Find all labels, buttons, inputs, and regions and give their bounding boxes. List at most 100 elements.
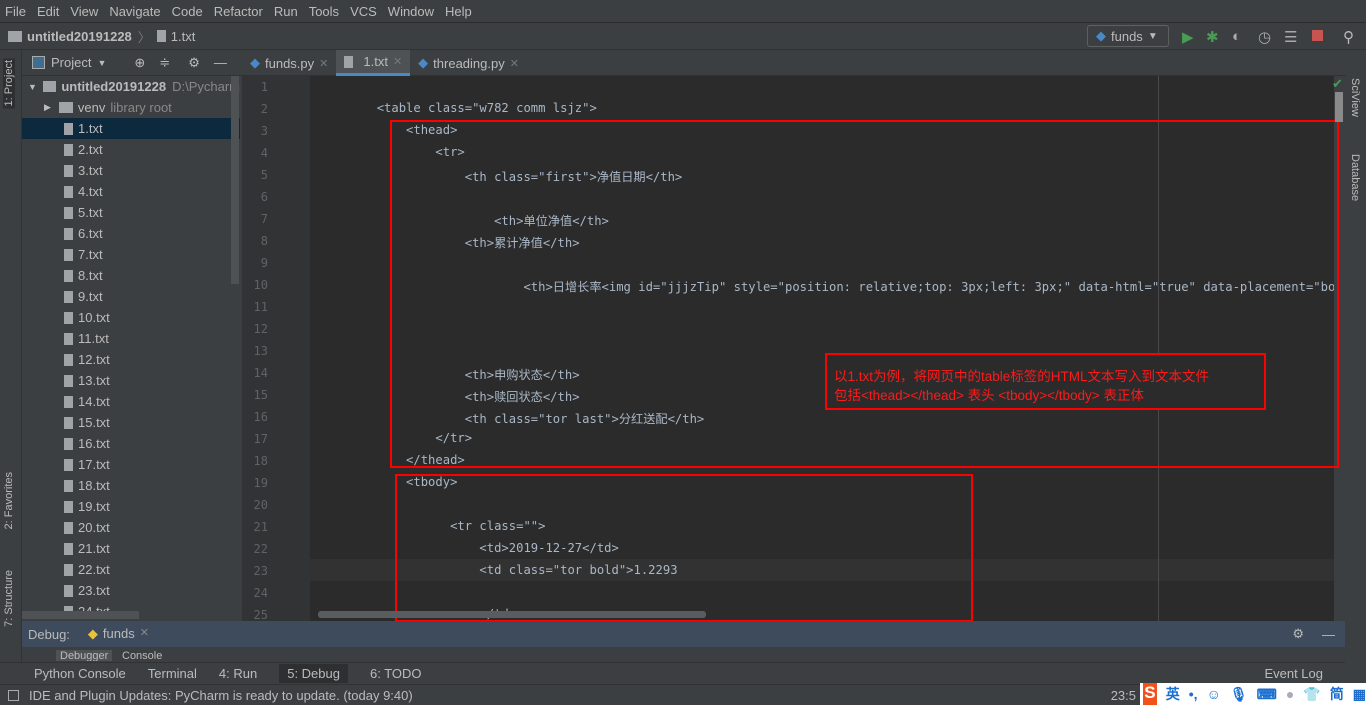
tool-terminal[interactable]: Terminal [148, 666, 197, 681]
tree-file[interactable]: 22.txt [22, 559, 240, 580]
folder-icon [8, 30, 22, 42]
profile-icon[interactable]: ◷ [1258, 28, 1271, 46]
tree-file[interactable]: 3.txt [22, 160, 240, 181]
menu-view[interactable]: View [70, 4, 98, 19]
tree-root[interactable]: ▼ untitled20191228 D:\Pycharm [22, 76, 240, 97]
tree-file[interactable]: 20.txt [22, 517, 240, 538]
tree-file[interactable]: 12.txt [22, 349, 240, 370]
ime-language[interactable]: 英 [1166, 684, 1180, 704]
tree-file[interactable]: 13.txt [22, 370, 240, 391]
close-icon[interactable]: ✕ [319, 57, 328, 70]
event-log-button[interactable]: Event Log [1264, 666, 1323, 681]
ime-punctuation[interactable]: •, [1189, 686, 1198, 702]
emoji-icon[interactable]: ☺ [1207, 686, 1221, 702]
tree-file[interactable]: 2.txt [22, 139, 240, 160]
menu-file[interactable]: File [5, 4, 26, 19]
chevron-down-icon[interactable]: ▼ [97, 58, 106, 68]
menu-edit[interactable]: Edit [37, 4, 59, 19]
tree-file[interactable]: 7.txt [22, 244, 240, 265]
debug-session-tab[interactable]: ◆ funds ✕ [88, 626, 149, 642]
search-icon[interactable]: ⚲ [1343, 28, 1354, 46]
tool-python-console[interactable]: Python Console [34, 666, 126, 681]
keyboard-icon[interactable]: ⌨ [1257, 686, 1277, 703]
breadcrumb-file[interactable]: 1.txt [171, 29, 196, 44]
menu-run[interactable]: Run [274, 4, 298, 19]
tree-venv[interactable]: ▶ venv library root [22, 97, 240, 118]
run-config-selector[interactable]: ◆ funds ▼ [1087, 25, 1169, 47]
close-icon[interactable]: ✕ [510, 57, 519, 70]
project-view-selector[interactable]: Project [51, 55, 91, 70]
tree-file[interactable]: 17.txt [22, 454, 240, 475]
close-icon[interactable]: ✕ [393, 55, 402, 68]
tree-file[interactable]: 1.txt [22, 118, 240, 139]
tree-file[interactable]: 11.txt [22, 328, 240, 349]
run-icon[interactable]: ▶ [1182, 28, 1194, 46]
breadcrumb-separator: 〉 [137, 29, 151, 45]
tree-file[interactable]: 6.txt [22, 223, 240, 244]
tab-threading-py[interactable]: ◆ threading.py ✕ [410, 50, 527, 76]
tree-hscrollbar[interactable] [22, 611, 139, 619]
tab-project[interactable]: 1: Project [3, 58, 15, 109]
gear-icon[interactable]: ⚙ [1292, 626, 1304, 642]
notification-icon[interactable] [8, 689, 19, 701]
line-number: 25 [253, 608, 268, 622]
minimize-icon[interactable]: — [214, 55, 227, 70]
tree-file[interactable]: 5.txt [22, 202, 240, 223]
menu-vcs[interactable]: VCS [350, 4, 377, 19]
tree-file[interactable]: 21.txt [22, 538, 240, 559]
text-file-icon [64, 353, 73, 366]
debug-icon[interactable]: ✱ [1206, 28, 1219, 46]
tab-sciview[interactable]: SciView [1349, 78, 1361, 117]
menu-code[interactable]: Code [172, 4, 203, 19]
tree-file[interactable]: 8.txt [22, 265, 240, 286]
grid-icon[interactable]: ▦ [1353, 686, 1366, 703]
tab-funds-py[interactable]: ◆ funds.py ✕ [242, 50, 336, 76]
tree-scrollbar[interactable] [231, 76, 239, 284]
tree-file[interactable]: 18.txt [22, 475, 240, 496]
tab-structure[interactable]: 7: Structure [3, 570, 15, 627]
skin-icon[interactable]: 👕 [1303, 686, 1320, 703]
editor-vscrollbar[interactable] [1335, 92, 1343, 122]
ime-simplified[interactable]: 简 [1330, 684, 1344, 704]
tool-debug[interactable]: 5: Debug [279, 664, 348, 683]
line-number: 16 [253, 410, 268, 424]
tree-file[interactable]: 23.txt [22, 580, 240, 601]
coverage-icon[interactable]: ◐ [1232, 28, 1241, 45]
menu-help[interactable]: Help [445, 4, 472, 19]
tree-file[interactable]: 19.txt [22, 496, 240, 517]
tree-file[interactable]: 16.txt [22, 433, 240, 454]
cursor-position[interactable]: 23:5 [1111, 688, 1136, 703]
tree-file[interactable]: 10.txt [22, 307, 240, 328]
menu-window[interactable]: Window [388, 4, 434, 19]
tree-file[interactable]: 15.txt [22, 412, 240, 433]
root-name: untitled20191228 [61, 79, 167, 94]
collapse-icon[interactable]: ≑ [159, 55, 170, 71]
tab-debugger[interactable]: Debugger [56, 650, 113, 661]
tool-todo[interactable]: 6: TODO [370, 666, 422, 681]
microphone-icon[interactable]: 🎙 [1230, 686, 1248, 703]
tab-favorites[interactable]: 2: Favorites [3, 472, 15, 529]
menu-navigate[interactable]: Navigate [109, 4, 160, 19]
concurrency-icon[interactable]: ☰ [1284, 28, 1297, 46]
minimize-icon[interactable]: — [1322, 627, 1335, 642]
user-icon[interactable]: ● [1286, 686, 1294, 702]
menu-refactor[interactable]: Refactor [214, 4, 263, 19]
editor-hscrollbar[interactable] [318, 611, 706, 618]
tab-1-txt[interactable]: 1.txt ✕ [336, 50, 411, 76]
locate-icon[interactable]: ⊕ [134, 55, 145, 71]
tool-run[interactable]: 4: Run [219, 666, 257, 681]
tree-file[interactable]: 9.txt [22, 286, 240, 307]
gear-icon[interactable]: ⚙ [188, 55, 200, 71]
menu-tools[interactable]: Tools [309, 4, 339, 19]
tab-console[interactable]: Console [122, 650, 162, 661]
breadcrumb-project[interactable]: untitled20191228 [27, 29, 132, 44]
tab-database[interactable]: Database [1349, 154, 1361, 201]
tree-file[interactable]: 4.txt [22, 181, 240, 202]
status-message[interactable]: IDE and Plugin Updates: PyCharm is ready… [29, 688, 413, 703]
tree-file[interactable]: 14.txt [22, 391, 240, 412]
file-name: 14.txt [78, 394, 110, 409]
stop-icon[interactable] [1312, 30, 1323, 41]
tab-label: funds.py [265, 55, 315, 71]
sogou-logo[interactable]: S [1143, 683, 1157, 705]
close-icon[interactable]: ✕ [140, 626, 149, 642]
